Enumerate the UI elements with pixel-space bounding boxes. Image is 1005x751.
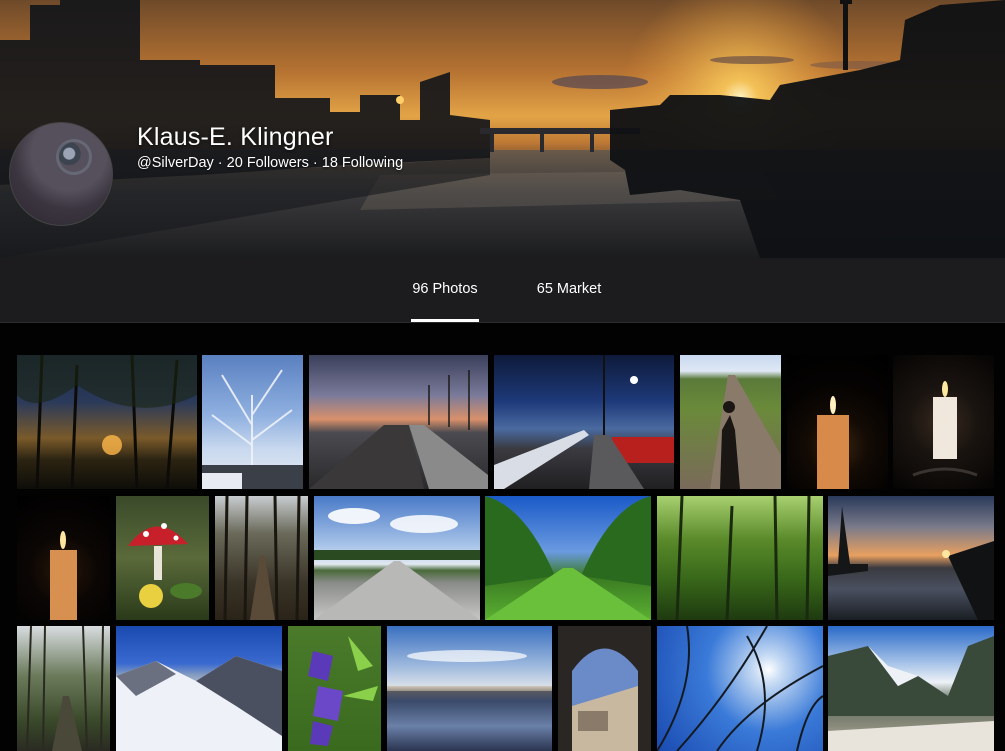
profile-tabs: 96 Photos 65 Market (0, 258, 1005, 323)
photo-tile[interactable] (17, 355, 197, 489)
photo-tile[interactable] (494, 355, 674, 489)
avatar[interactable] (9, 122, 113, 226)
photo-tile[interactable] (17, 496, 110, 620)
photo-image (26, 626, 104, 751)
photo-image (657, 626, 823, 751)
photo-image (309, 370, 488, 489)
photo-image (675, 496, 811, 620)
photo-image (50, 531, 77, 620)
profile-name: Klaus-E. Klingner (137, 123, 334, 151)
photo-image (828, 506, 994, 620)
photo-image (387, 650, 552, 691)
photo-tile[interactable] (657, 496, 823, 620)
photo-image (572, 648, 638, 751)
photo-grid (0, 323, 1005, 751)
photo-tile[interactable] (558, 626, 651, 751)
photo-tile[interactable] (657, 626, 823, 751)
photo-image (710, 375, 781, 489)
photo-tile[interactable] (314, 496, 480, 620)
following-link[interactable]: 18 Following (322, 155, 403, 171)
photo-tile[interactable] (787, 355, 888, 489)
photo-tile[interactable] (485, 496, 651, 620)
photo-tile[interactable] (215, 496, 308, 620)
photo-image (817, 396, 849, 489)
photo-tile[interactable] (309, 355, 488, 489)
cover-photo: Klaus-E. Klingner @SilverDay · 20 Follow… (0, 0, 1005, 258)
photo-image (116, 656, 282, 751)
photo-tile[interactable] (828, 496, 994, 620)
photo-image (912, 381, 978, 477)
photo-tile[interactable] (116, 496, 209, 620)
photo-tile[interactable] (828, 626, 994, 751)
photo-image (128, 523, 202, 608)
profile-meta: @SilverDay · 20 Followers · 18 Following (137, 155, 403, 171)
tab-photos[interactable]: 96 Photos (411, 258, 479, 322)
photo-image (485, 496, 651, 620)
meta-separator: · (308, 155, 322, 171)
photo-tile[interactable] (288, 626, 381, 751)
followers-link[interactable]: 20 Followers (227, 155, 309, 171)
photo-image (17, 355, 197, 489)
photo-image (494, 355, 674, 489)
tab-market[interactable]: 65 Market (535, 258, 603, 322)
photo-tile[interactable] (17, 626, 110, 751)
photo-tile[interactable] (680, 355, 781, 489)
photo-image (202, 369, 303, 489)
photo-tile[interactable] (202, 355, 303, 489)
photo-tile[interactable] (387, 626, 552, 751)
photo-image (223, 496, 301, 620)
meta-separator: · (213, 155, 227, 171)
photo-image (314, 508, 480, 620)
photo-image (308, 636, 378, 746)
photo-tile[interactable] (893, 355, 994, 489)
photo-tile[interactable] (116, 626, 282, 751)
photo-image (828, 636, 994, 751)
profile-handle[interactable]: @SilverDay (137, 155, 214, 171)
